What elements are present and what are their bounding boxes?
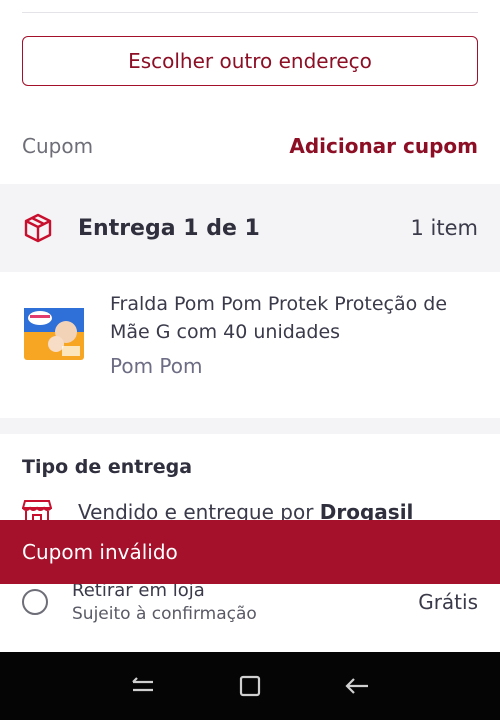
product-item[interactable]: Fralda Pom Pom Protek Proteção de Mãe G … xyxy=(22,290,478,400)
choose-other-address-button[interactable]: Escolher outro endereço xyxy=(22,36,478,86)
delivery-type-title: Tipo de entrega xyxy=(22,456,193,478)
toast-message: Cupom inválido xyxy=(22,540,178,564)
delivery-title: Entrega 1 de 1 xyxy=(78,215,260,241)
product-brand: Pom Pom xyxy=(110,354,203,378)
pickup-radio[interactable] xyxy=(22,589,48,615)
choose-other-address-label: Escolher outro endereço xyxy=(128,49,372,73)
back-icon[interactable] xyxy=(337,666,377,706)
package-box-icon xyxy=(24,213,52,243)
delivery-header: Entrega 1 de 1 1 item xyxy=(0,184,500,272)
add-coupon-link[interactable]: Adicionar cupom xyxy=(289,134,478,158)
error-toast: Cupom inválido xyxy=(0,520,500,584)
diaper-package-image xyxy=(22,304,86,364)
coupon-row: Cupom Adicionar cupom xyxy=(22,128,478,164)
recent-apps-icon[interactable] xyxy=(123,666,163,706)
system-nav-bar xyxy=(0,652,500,720)
pickup-price: Grátis xyxy=(418,590,478,614)
section-separator xyxy=(0,418,500,434)
home-icon[interactable] xyxy=(230,666,270,706)
top-divider xyxy=(22,12,478,13)
product-name: Fralda Pom Pom Protek Proteção de Mãe G … xyxy=(110,293,448,343)
delivery-item-count: 1 item xyxy=(410,216,478,240)
pickup-subtitle: Sujeito à confirmação xyxy=(72,604,257,624)
coupon-label: Cupom xyxy=(22,134,94,158)
